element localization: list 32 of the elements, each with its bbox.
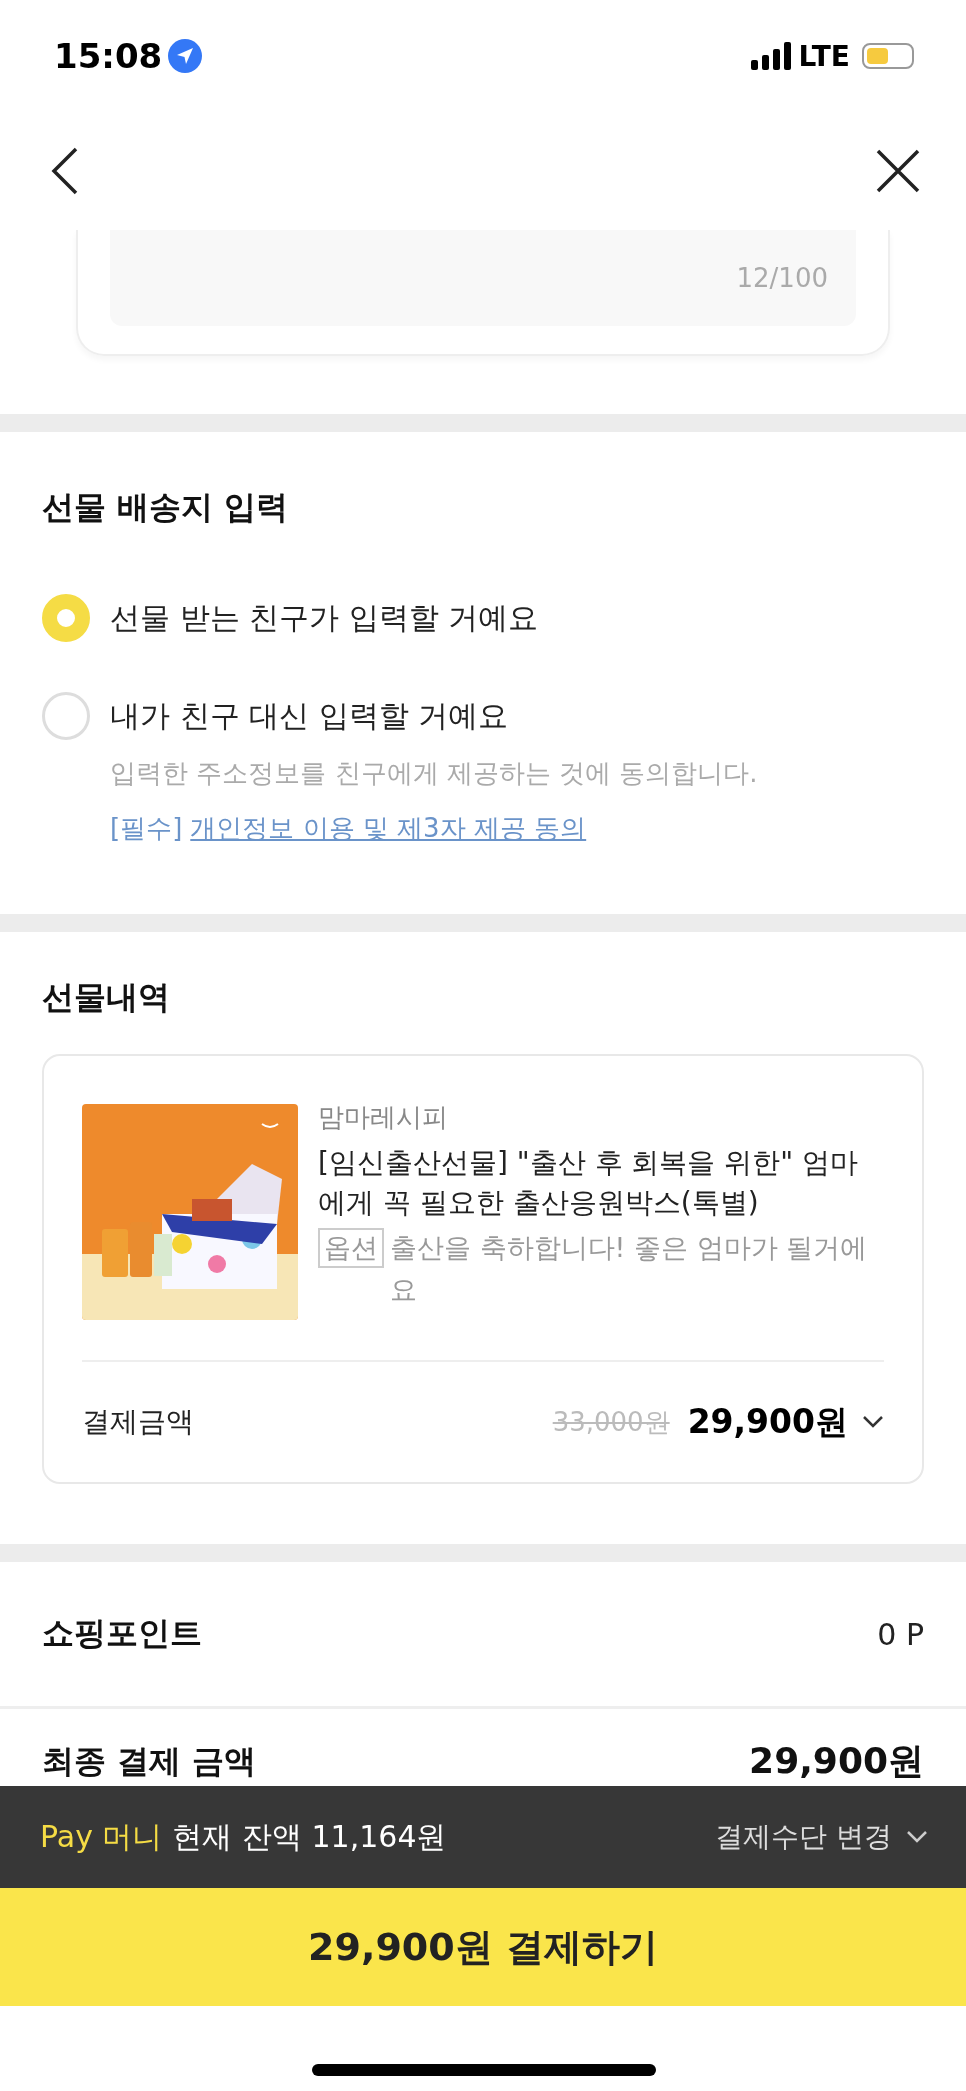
close-icon[interactable]: [876, 149, 920, 193]
consent-tag: [필수]: [110, 811, 183, 846]
option-label[interactable]: 내가 친구 대신 입력할 거예요: [110, 690, 758, 742]
chevron-down-icon[interactable]: [862, 1415, 884, 1429]
section-title: 선물 배송지 입력: [42, 487, 290, 528]
radio-button[interactable]: [42, 594, 90, 642]
sale-price: 29,900원: [687, 1400, 848, 1443]
location-icon: [168, 39, 203, 73]
balance-text: 현재 잔액 11,164원: [172, 1817, 447, 1856]
character-counter: 12/100: [736, 263, 828, 293]
points-label: 쇼핑포인트: [42, 1613, 202, 1654]
brand-name: 맘마레시피: [318, 1101, 449, 1134]
back-icon[interactable]: [50, 146, 80, 196]
product-name: [임신출산선물] "출산 후 회복을 위한" 엄마에게 꼭 필요한 출산응원박스(톡별): [318, 1145, 860, 1221]
section-title: 선물내역: [42, 977, 171, 1018]
radio-button[interactable]: [42, 692, 90, 740]
signal-icon: [750, 42, 791, 70]
total-value: 29,900원: [749, 1739, 924, 1783]
original-price: 33,000원: [552, 1405, 670, 1439]
amount-label: 결제금액: [82, 1404, 194, 1440]
option-text: 출산을 축하합니다! 좋은 엄마가 될거에요: [390, 1231, 869, 1307]
option-tag: 옵션: [318, 1228, 384, 1268]
clock-time: 15:08: [54, 36, 163, 76]
battery-icon: [862, 43, 914, 69]
option-label[interactable]: 선물 받는 친구가 입력할 거예요: [110, 592, 539, 644]
change-payment-button[interactable]: 결제수단 변경: [715, 1818, 928, 1856]
pay-money-label: Pay 머니: [40, 1817, 163, 1856]
pay-button[interactable]: 29,900원 결제하기: [0, 1888, 966, 2006]
option-note: 입력한 주소정보를 친구에게 제공하는 것에 동의합니다.: [110, 757, 758, 790]
network-label: LTE: [798, 39, 850, 73]
total-label: 최종 결제 금액: [42, 1740, 257, 1782]
points-value: 0 P: [877, 1616, 924, 1652]
